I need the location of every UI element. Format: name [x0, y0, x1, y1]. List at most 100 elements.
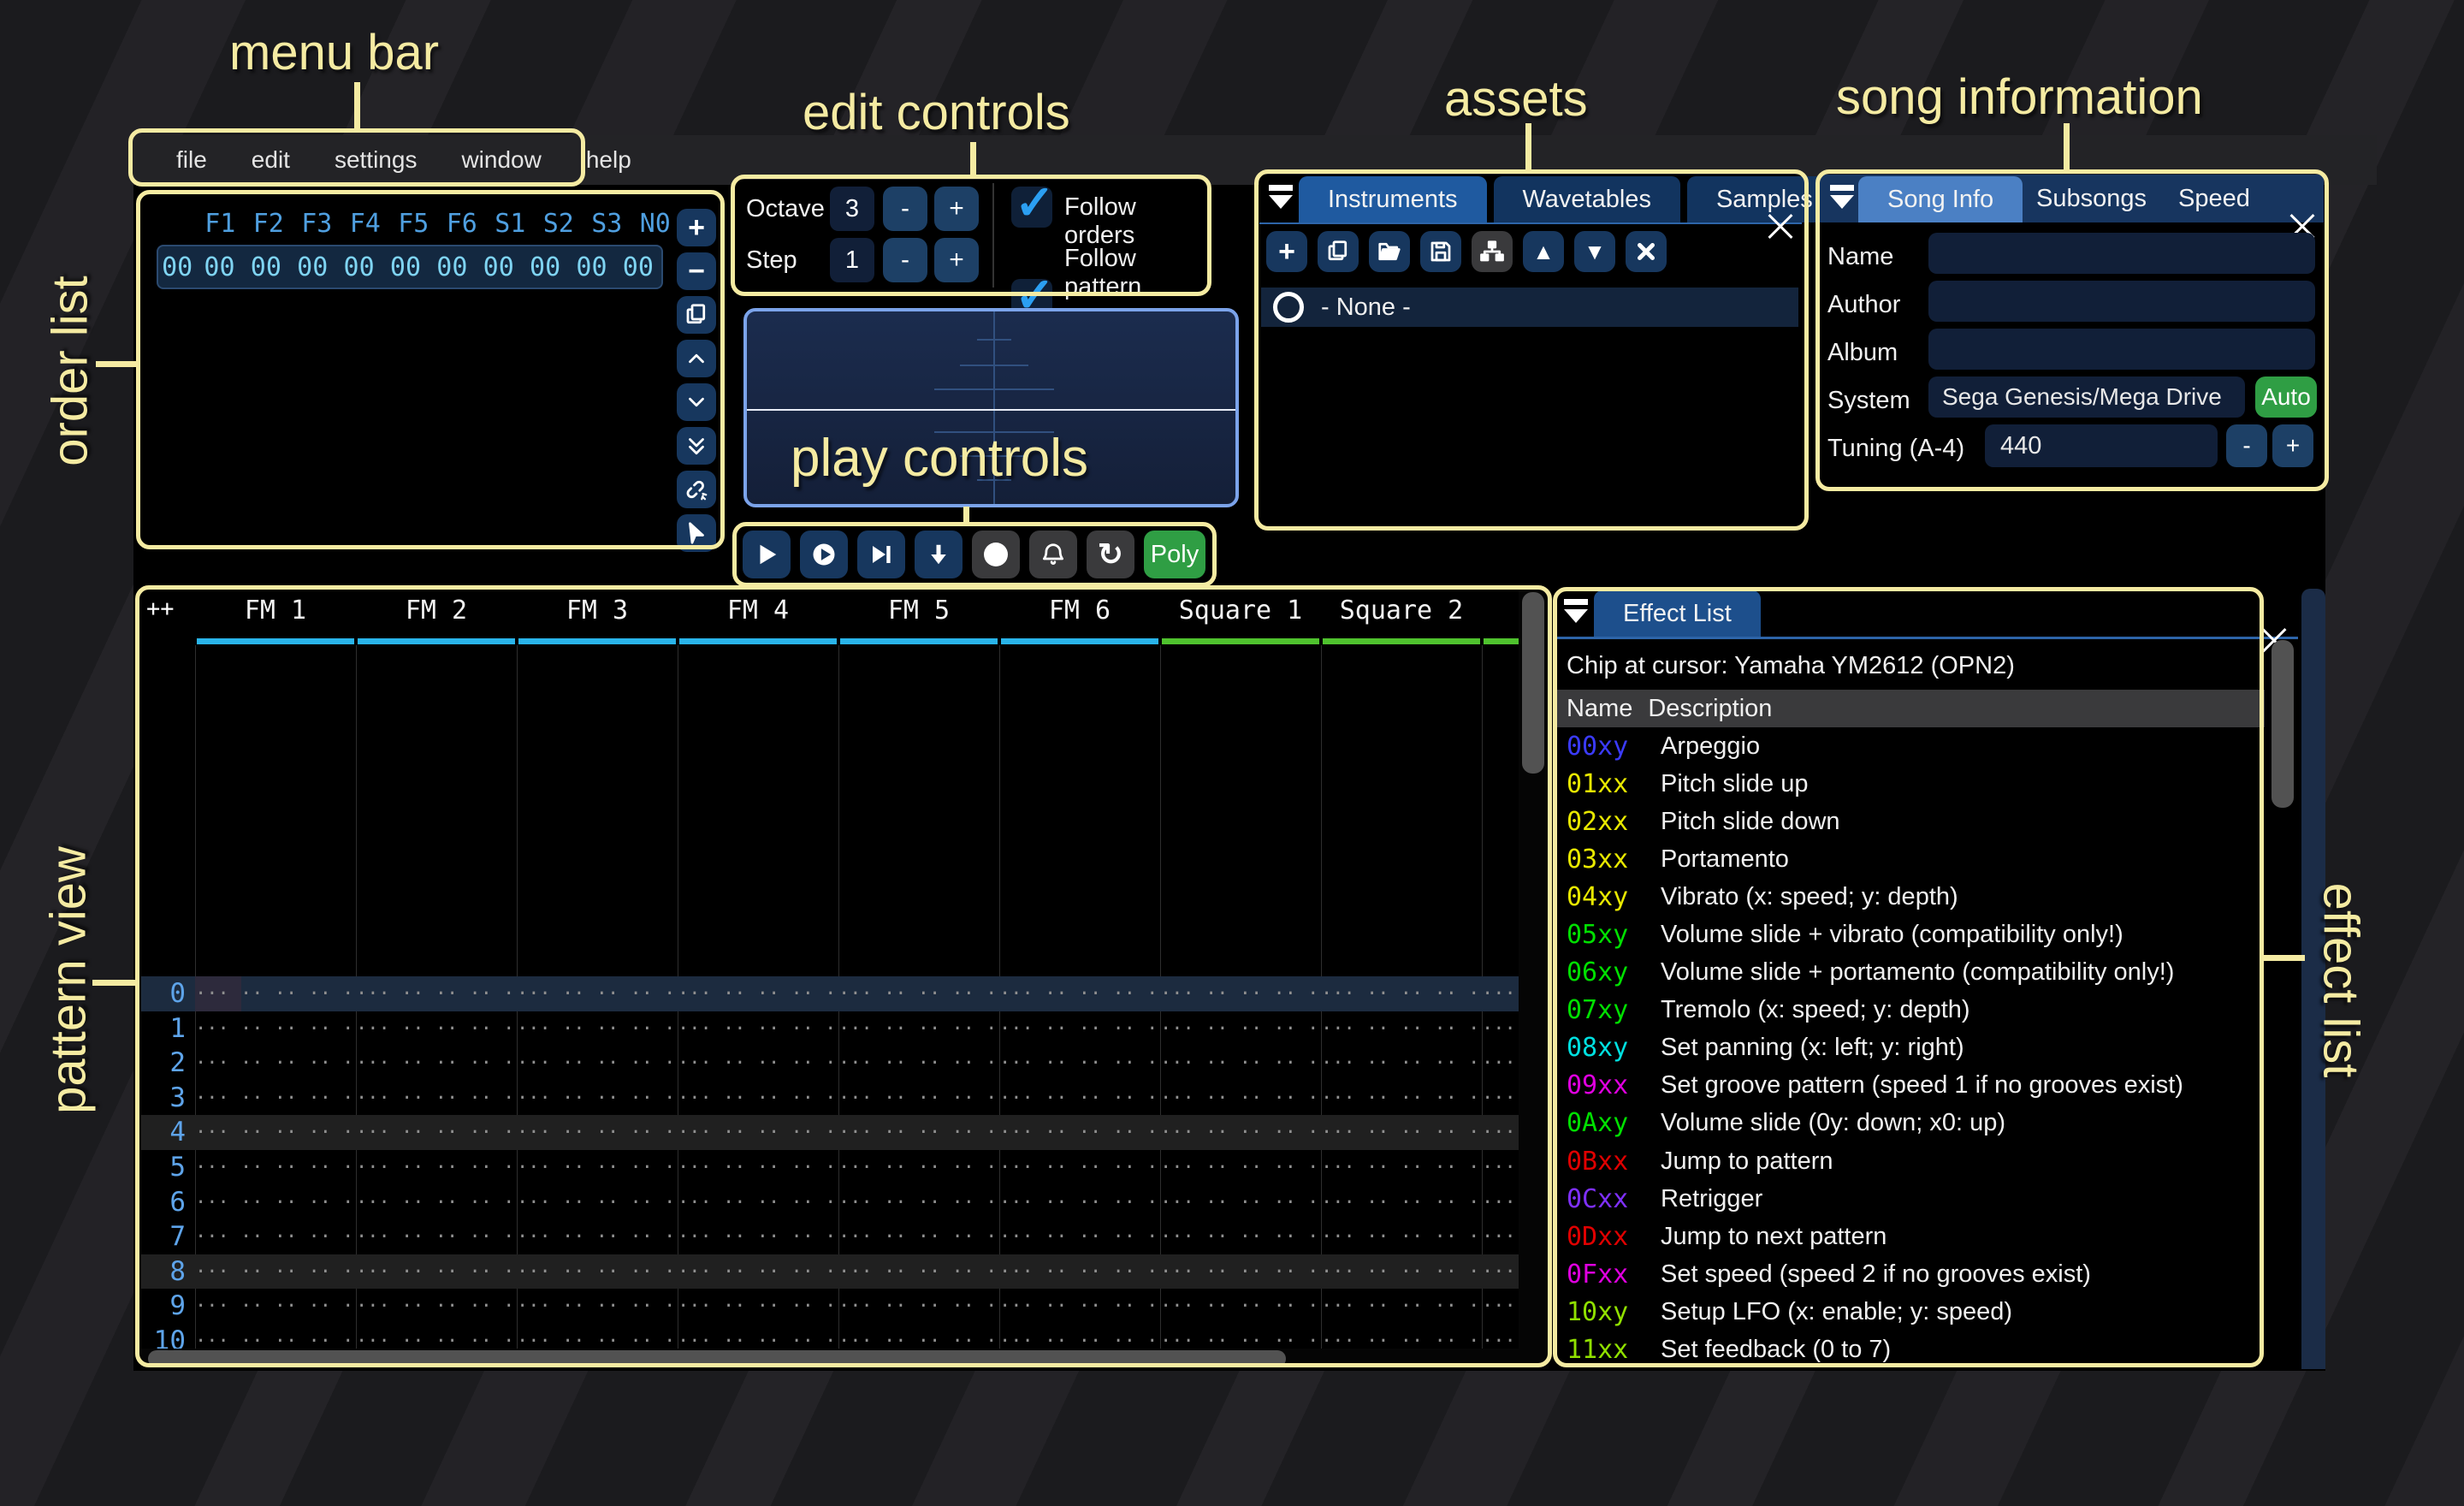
pattern-cell-empty[interactable]: ··· ·· ·· ·· ··	[1160, 983, 1321, 1005]
collapse-icon[interactable]	[1827, 183, 1857, 212]
order-cell[interactable]: 00	[476, 252, 522, 282]
pattern-cell-empty[interactable]: ··· ·· ·· ·· ··	[999, 983, 1160, 1005]
asset-tree-button[interactable]	[1472, 231, 1513, 272]
tab-subsongs[interactable]: Subsongs	[2036, 185, 2147, 213]
octave-minus-button[interactable]: -	[883, 187, 927, 231]
order-cell[interactable]: 00	[568, 252, 614, 282]
order-list-row[interactable]: 00 00 00 00 00 00 00 00 00 00 00	[157, 245, 663, 289]
pattern-cell-empty[interactable]: ··· ·· ·· ·· ··	[195, 1192, 356, 1213]
close-icon[interactable]	[1766, 212, 1795, 241]
order-cell[interactable]: 00	[522, 252, 568, 282]
pattern-cell-empty[interactable]: ··· ·· ·· ·· ··	[678, 1226, 838, 1248]
asset-save-button[interactable]	[1420, 231, 1461, 272]
pattern-cell-empty[interactable]: ··· ·· ·· ·· ··	[1160, 1192, 1321, 1213]
order-cell[interactable]: 00	[289, 252, 335, 282]
asset-delete-button[interactable]	[1626, 231, 1667, 272]
pattern-cell-empty[interactable]: ··· ·· ·· ·· ··	[838, 1226, 999, 1248]
pattern-cell-empty[interactable]: ··· ·· ·· ·· ··	[999, 1226, 1160, 1248]
pattern-cell-empty[interactable]: ··· ·· ·· ·· ··	[1321, 1088, 1482, 1109]
pattern-cell-empty[interactable]: ··· ·· ·· ·· ··	[678, 1122, 838, 1143]
pattern-cell-empty[interactable]: ··· ·· ·· ·· ··	[999, 1296, 1160, 1317]
effect-row[interactable]: 08xy Set panning (x: left; y: right)	[1556, 1029, 2265, 1067]
effect-row[interactable]: 11xx Set feedback (0 to 7)	[1556, 1331, 2265, 1369]
album-input[interactable]	[1928, 329, 2315, 370]
repeat-button[interactable]: ↻	[1087, 531, 1134, 578]
tab-wavetables[interactable]: Wavetables	[1493, 176, 1680, 222]
octave-input[interactable]: 3	[830, 187, 874, 231]
order-double-chevron-down-button[interactable]	[677, 427, 716, 465]
play-pattern-button[interactable]	[800, 531, 848, 578]
pattern-cell-empty[interactable]: ··· ·· ·· ·· ··	[1321, 1261, 1482, 1283]
pattern-vscrollbar-thumb[interactable]	[1522, 592, 1544, 774]
follow-orders-checkbox[interactable]: ✓	[1011, 175, 1055, 229]
effect-table-header[interactable]: Name Description	[1556, 690, 2265, 727]
pattern-cell-empty[interactable]: ··· ·· ·· ·· ··	[1160, 1296, 1321, 1317]
pattern-cell-empty[interactable]: ··· ·· ·· ·· ··	[195, 1088, 356, 1109]
pattern-cell-empty[interactable]: ··· ·· ·· ·· ··	[356, 1296, 517, 1317]
pattern-cell-empty[interactable]: ··· ·· ·· ·· ··	[517, 1018, 678, 1040]
effect-row[interactable]: 06xy Volume slide + portamento (compatibi…	[1556, 954, 2265, 992]
effect-row[interactable]: 07xy Tremolo (x: speed; y: depth)	[1556, 992, 2265, 1029]
effect-vscrollbar-thumb[interactable]	[2272, 640, 2294, 808]
metronome-button[interactable]	[1029, 531, 1077, 578]
order-unlink-button[interactable]	[677, 471, 716, 508]
pattern-cell-empty[interactable]: ··· ·· ·· ·· ··	[517, 1122, 678, 1143]
channel-header[interactable]: Square 2	[1321, 596, 1482, 626]
pattern-cell-empty[interactable]: ··· ·· ·· ·· ··	[1160, 1088, 1321, 1109]
poly-button[interactable]: Poly	[1144, 531, 1205, 578]
pattern-cell-empty[interactable]: ··· ·· ·· ·· ··	[1321, 1192, 1482, 1213]
pattern-cell-empty[interactable]: ··· ·· ·· ·· ··	[999, 1088, 1160, 1109]
order-chevron-up-button[interactable]	[677, 340, 716, 377]
pattern-cell-empty[interactable]: ··· ·· ·· ·· ··	[1160, 1018, 1321, 1040]
effect-row[interactable]: 0Bxx Jump to pattern	[1556, 1142, 2265, 1180]
pattern-cell-empty[interactable]: ··· ·· ·· ·· ··	[1160, 1052, 1321, 1074]
pattern-cell-empty[interactable]: ··· ·· ·· ·· ··	[195, 1122, 356, 1143]
pattern-cell-empty[interactable]: ··· ·· ·· ·· ··	[517, 1296, 678, 1317]
pattern-cell-empty[interactable]: ··· ·· ·· ·· ··	[1321, 1296, 1482, 1317]
pattern-cell-empty[interactable]: ··· ·· ·· ·· ··	[356, 1018, 517, 1040]
channel-header[interactable]: FM 3	[517, 596, 678, 626]
pattern-cell-empty[interactable]: ··· ·· ·· ·· ··	[838, 1192, 999, 1213]
pattern-cell-empty[interactable]: ··· ·· ·· ·· ··	[999, 1157, 1160, 1178]
pattern-cell-empty[interactable]: ··· ·· ·· ·· ··	[517, 983, 678, 1005]
pattern-cell-empty[interactable]: ··· ·· ·· ·· ··	[838, 1088, 999, 1109]
effect-row[interactable]: 10xy Setup LFO (x: enable; y: speed)	[1556, 1293, 2265, 1331]
pattern-hscrollbar-track[interactable]	[141, 1349, 1519, 1369]
auto-system-button[interactable]: Auto	[2255, 376, 2317, 418]
asset-plus-button[interactable]: +	[1266, 231, 1307, 272]
pattern-cell-empty[interactable]: ··· ·· ·· ·· ··	[1160, 1226, 1321, 1248]
pattern-cell-empty[interactable]: ··· ·· ·· ·· ··	[1321, 1157, 1482, 1178]
tuning-minus-button[interactable]: -	[2226, 424, 2267, 467]
pattern-cell-empty[interactable]: ··· ·· ·· ·· ··	[517, 1192, 678, 1213]
collapse-icon[interactable]	[1561, 597, 1590, 626]
menu-item-file[interactable]: file	[154, 146, 229, 174]
pattern-corner[interactable]: ++	[146, 596, 175, 622]
pattern-cell-empty[interactable]: ··· ·· ·· ·· ··	[678, 1261, 838, 1283]
pattern-cell-empty[interactable]: ··· ·· ·· ·· ··	[838, 1052, 999, 1074]
pattern-cell-empty[interactable]: ··· ·· ·· ·· ··	[517, 1261, 678, 1283]
pattern-cell-empty[interactable]: ··· ·· ·· ·· ··	[1160, 1157, 1321, 1178]
pattern-cell-empty[interactable]: ··· ·· ·· ·· ··	[1321, 1018, 1482, 1040]
name-input[interactable]	[1928, 233, 2315, 274]
channel-header[interactable]: FM 6	[999, 596, 1160, 626]
pattern-cell-empty[interactable]: ··· ·· ·· ·· ··	[356, 1157, 517, 1178]
order-plus-button[interactable]: +	[677, 209, 716, 246]
pattern-cell-empty[interactable]: ··· ·· ·· ·· ··	[195, 983, 356, 1005]
order-cell[interactable]: 00	[615, 252, 661, 282]
order-cell[interactable]: 00	[382, 252, 429, 282]
pattern-cell-empty[interactable]: ··· ·· ·· ·· ··	[356, 1261, 517, 1283]
pattern-cell-empty[interactable]: ··· ·· ·· ·· ··	[1321, 1122, 1482, 1143]
asset-duplicate-button[interactable]	[1318, 231, 1359, 272]
tab-song-info[interactable]: Song Info	[1858, 176, 2023, 222]
pattern-cell-empty[interactable]: ··· ·· ·· ·· ··	[356, 1122, 517, 1143]
collapse-icon[interactable]	[1266, 183, 1295, 212]
step-row-button[interactable]	[915, 531, 962, 578]
pattern-cell-empty[interactable]: ··· ·· ·· ·· ··	[838, 1157, 999, 1178]
pattern-cell-empty[interactable]: ··· ·· ·· ·· ··	[517, 1052, 678, 1074]
pattern-cell-empty[interactable]: ··· ·· ·· ·· ··	[356, 1192, 517, 1213]
tuning-input[interactable]: 440	[1985, 424, 2218, 467]
order-duplicate-button[interactable]	[677, 296, 716, 334]
pattern-view[interactable]: ++ FM 1 FM 2 FM 3 FM 4 FM 5 FM 6 Square 1 Squar…	[141, 589, 1549, 1369]
pattern-cell-empty[interactable]: ··· ·· ·· ·· ··	[517, 1088, 678, 1109]
effect-vscrollbar-track[interactable]	[2268, 638, 2298, 1369]
